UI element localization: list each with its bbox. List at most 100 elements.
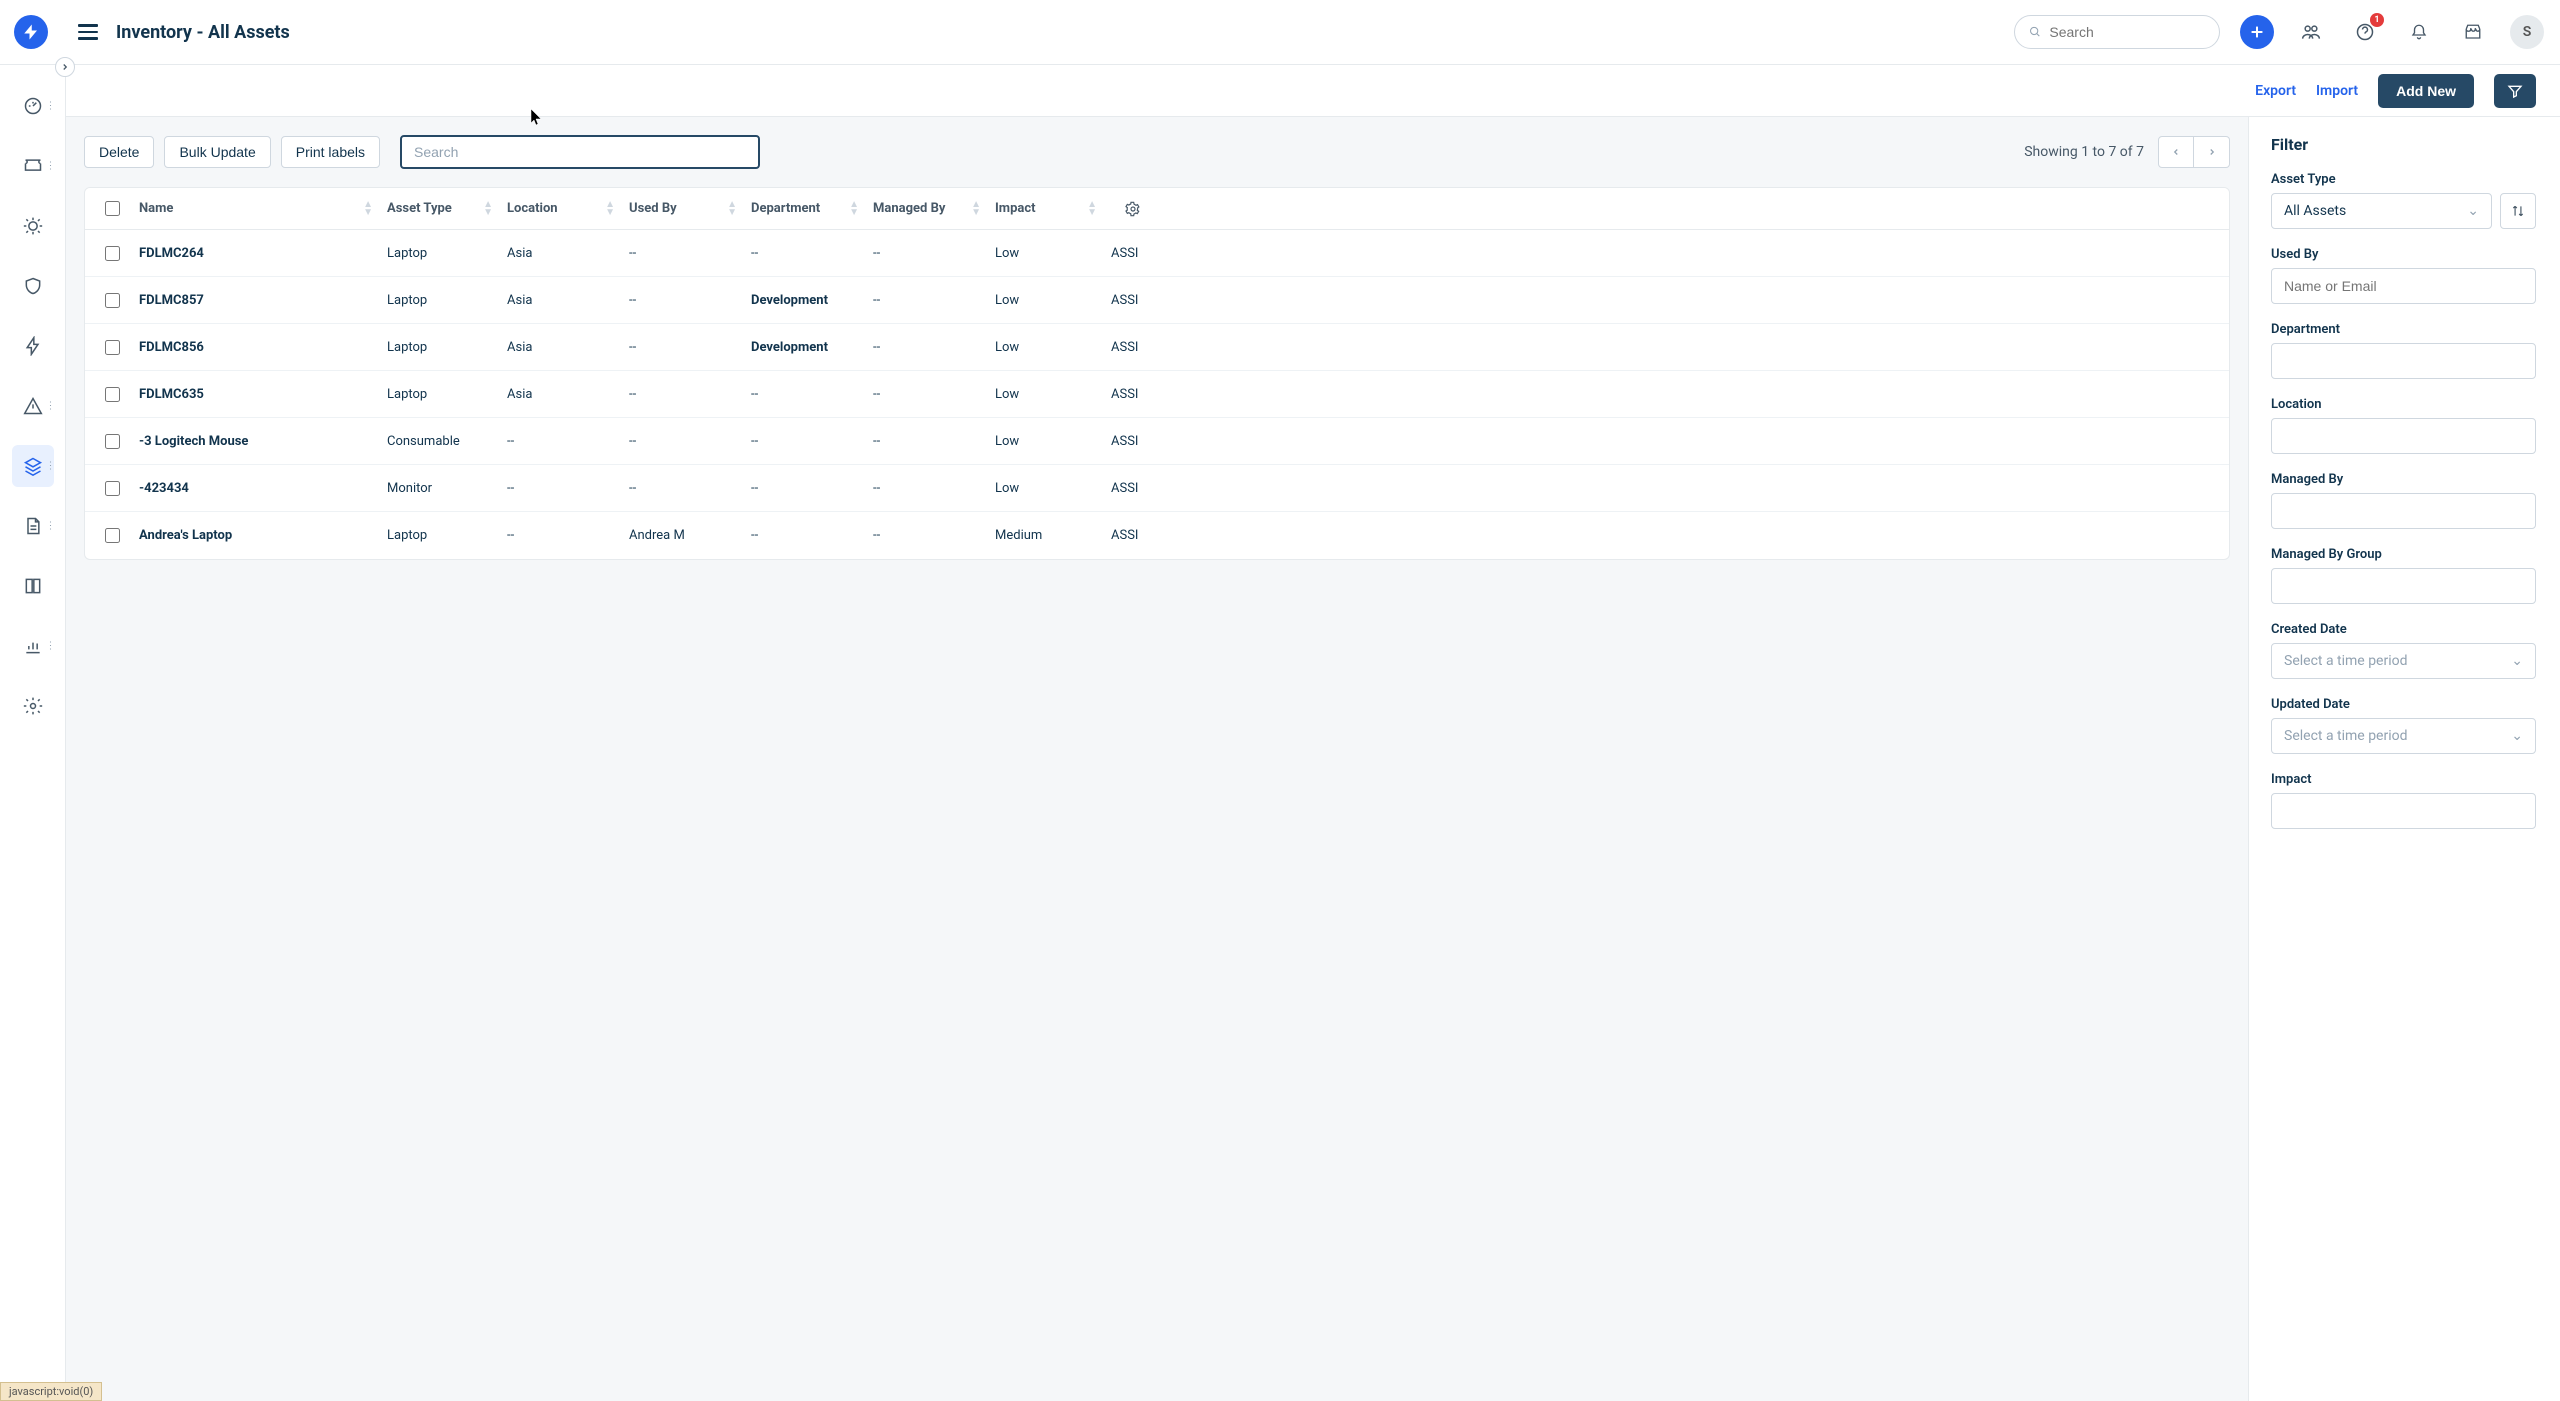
sidebar-tickets[interactable]: ⋮ (12, 145, 54, 187)
showing-text: Showing 1 to 7 of 7 (2024, 144, 2144, 160)
bell-icon (2410, 23, 2428, 41)
sidebar-expand[interactable] (55, 57, 75, 77)
row-checkbox[interactable] (105, 434, 120, 449)
row-checkbox[interactable] (105, 293, 120, 308)
row-checkbox[interactable] (105, 387, 120, 402)
filter-title: Filter (2271, 135, 2536, 154)
filter-used-by-input[interactable] (2271, 268, 2536, 304)
row-used-by: -- (629, 387, 636, 402)
filter-impact-input[interactable] (2271, 793, 2536, 829)
filter-created-date-select[interactable]: Select a time period ⌄ (2271, 643, 2536, 679)
sort-icon[interactable]: ▲▼ (971, 201, 981, 217)
add-button[interactable] (2240, 15, 2274, 49)
import-link[interactable]: Import (2316, 83, 2358, 99)
sort-icon[interactable]: ▲▼ (363, 201, 373, 217)
bulk-update-button[interactable]: Bulk Update (164, 136, 270, 168)
filter-department-input[interactable] (2271, 343, 2536, 379)
filter-updated-date-select[interactable]: Select a time period ⌄ (2271, 718, 2536, 754)
filter-asset-type-select[interactable]: All Assets ⌄ (2271, 193, 2492, 229)
col-managed-by[interactable]: Managed By (873, 201, 945, 216)
row-location: -- (507, 434, 514, 449)
row-used-by: Andrea M (629, 528, 685, 543)
filter-managed-by-group-input[interactable] (2271, 568, 2536, 604)
team-icon-button[interactable] (2294, 15, 2328, 49)
table-row[interactable]: -423434 Monitor -- -- -- -- Low ASSI (85, 465, 2229, 512)
export-link[interactable]: Export (2255, 83, 2296, 99)
sidebar-solutions[interactable] (12, 565, 54, 607)
help-button[interactable]: 1 (2348, 15, 2382, 49)
row-checkbox[interactable] (105, 246, 120, 261)
chevron-down-icon: ⌄ (2511, 653, 2523, 669)
row-location: -- (507, 528, 514, 543)
add-new-button[interactable]: Add New (2378, 74, 2474, 108)
delete-button[interactable]: Delete (84, 136, 154, 168)
sort-icon[interactable]: ▲▼ (605, 201, 615, 217)
table-search[interactable] (400, 135, 760, 169)
row-checkbox[interactable] (105, 481, 120, 496)
sidebar-contracts[interactable]: ⋮ (12, 505, 54, 547)
asset-table: Name ▲▼ Asset Type ▲▼ Location ▲▼ Used By ▲▼… (84, 187, 2230, 560)
filter-location-input[interactable] (2271, 418, 2536, 454)
plus-icon (2249, 24, 2265, 40)
page-title: Inventory - All Assets (116, 22, 290, 43)
table-row[interactable]: -3 Logitech Mouse Consumable -- -- -- --… (85, 418, 2229, 465)
row-checkbox[interactable] (105, 340, 120, 355)
filter-sort-button[interactable] (2500, 193, 2536, 229)
select-all-checkbox[interactable] (105, 201, 120, 216)
table-row[interactable]: Andrea's Laptop Laptop -- Andrea M -- --… (85, 512, 2229, 559)
store-icon (2464, 23, 2482, 41)
col-impact[interactable]: Impact (995, 201, 1036, 216)
top-header: Inventory - All Assets 1 S (0, 0, 2560, 65)
shield-icon (23, 276, 43, 296)
hamburger-menu[interactable] (78, 24, 98, 40)
filter-managed-by-input[interactable] (2271, 493, 2536, 529)
gauge-icon (23, 96, 43, 116)
row-managed-by: -- (873, 387, 880, 402)
next-page[interactable] (2194, 136, 2230, 168)
sort-icon[interactable]: ▲▼ (849, 201, 859, 217)
filter-toggle-button[interactable] (2494, 74, 2536, 108)
row-department: -- (751, 246, 758, 261)
logo[interactable] (14, 15, 48, 49)
global-search[interactable] (2014, 15, 2220, 49)
sidebar-dashboard[interactable]: ⋮ (12, 85, 54, 127)
col-department[interactable]: Department (751, 201, 820, 216)
print-labels-button[interactable]: Print labels (281, 136, 380, 168)
sort-icon[interactable]: ▲▼ (727, 201, 737, 217)
row-used-by: -- (629, 340, 636, 355)
sidebar-reports[interactable]: ⋮ (12, 625, 54, 667)
col-used-by[interactable]: Used By (629, 201, 677, 216)
col-location[interactable]: Location (507, 201, 558, 216)
sort-icon[interactable]: ▲▼ (1087, 201, 1097, 217)
table-row[interactable]: FDLMC857 Laptop Asia -- Development -- L… (85, 277, 2229, 324)
filter-asset-type-label: Asset Type (2271, 172, 2536, 187)
sort-icon[interactable]: ▲▼ (483, 201, 493, 217)
sidebar-problems[interactable] (12, 205, 54, 247)
sidebar-inventory[interactable]: ⋮ (12, 445, 54, 487)
table-row[interactable]: FDLMC264 Laptop Asia -- -- -- Low ASSI (85, 230, 2229, 277)
gear-icon[interactable] (1125, 201, 1141, 217)
sidebar-admin[interactable] (12, 685, 54, 727)
row-name: FDLMC635 (139, 387, 204, 402)
chevron-left-icon (2171, 147, 2181, 157)
avatar[interactable]: S (2510, 15, 2544, 49)
table-row[interactable]: FDLMC856 Laptop Asia -- Development -- L… (85, 324, 2229, 371)
apps-button[interactable] (2456, 15, 2490, 49)
row-managed-by: -- (873, 340, 880, 355)
col-type[interactable]: Asset Type (387, 201, 452, 216)
document-icon (23, 516, 43, 536)
table-search-input[interactable] (400, 135, 760, 169)
table-row[interactable]: FDLMC635 Laptop Asia -- -- -- Low ASSI (85, 371, 2229, 418)
sidebar-releases[interactable] (12, 325, 54, 367)
prev-page[interactable] (2158, 136, 2194, 168)
row-last: ASSI (1111, 528, 1138, 543)
global-search-input[interactable] (2049, 24, 2205, 40)
filter-created-date-label: Created Date (2271, 622, 2536, 637)
notifications-button[interactable] (2402, 15, 2436, 49)
sidebar-alerts[interactable]: ⋮ (12, 385, 54, 427)
row-checkbox[interactable] (105, 528, 120, 543)
row-name: FDLMC857 (139, 293, 204, 308)
col-name[interactable]: Name (139, 201, 173, 216)
sidebar-changes[interactable] (12, 265, 54, 307)
row-used-by: -- (629, 293, 636, 308)
